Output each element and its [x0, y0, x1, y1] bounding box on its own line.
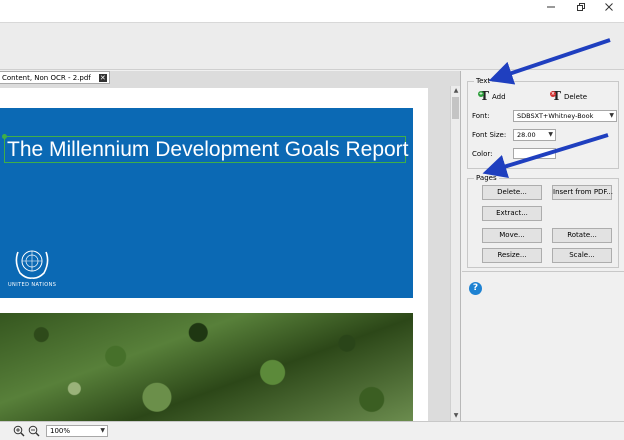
- text-group: Text T + Add T × Delete Font: SDBSXT+Whitn…: [467, 76, 619, 169]
- font-size-value: 28.00: [517, 131, 536, 139]
- zoom-out-icon[interactable]: [28, 425, 40, 437]
- close-icon: [605, 3, 613, 11]
- add-text-icon: T +: [478, 89, 489, 103]
- restore-button[interactable]: [566, 0, 596, 14]
- zoom-select[interactable]: 100% ▼: [46, 425, 108, 437]
- font-size-select[interactable]: 28.00 ▼: [513, 129, 556, 141]
- minimize-button[interactable]: [536, 0, 566, 14]
- color-picker[interactable]: [513, 148, 556, 159]
- document-tab[interactable]: Content, Non OCR - 2.pdf ✕: [0, 71, 110, 84]
- zoom-in-icon[interactable]: [13, 425, 25, 437]
- font-size-label: Font Size:: [472, 131, 507, 139]
- title-bar: [0, 0, 624, 22]
- document-area: Content, Non OCR - 2.pdf ✕ The Millenniu…: [0, 71, 461, 421]
- pdf-page: The Millennium Development Goals Report …: [0, 88, 428, 421]
- color-label: Color:: [472, 150, 493, 158]
- scroll-down-icon[interactable]: ▼: [451, 411, 461, 421]
- toolbar: [0, 22, 624, 70]
- zoom-value: 100%: [50, 427, 71, 435]
- font-label: Font:: [472, 112, 490, 120]
- font-select[interactable]: SDBSXT+Whitney-Book ▼: [513, 110, 617, 122]
- delete-page-button[interactable]: Delete...: [482, 185, 542, 200]
- delete-text-icon: T ×: [550, 89, 561, 103]
- font-select-value: SDBSXT+Whitney-Book: [517, 112, 594, 120]
- insert-from-pdf-button[interactable]: Insert from PDF...: [552, 185, 613, 200]
- delete-text-button[interactable]: T × Delete: [550, 89, 587, 103]
- document-title: The Millennium Development Goals Report: [7, 138, 409, 161]
- restore-icon: [577, 3, 585, 11]
- emblem-caption: UNITED NATIONS: [8, 282, 57, 288]
- panel-divider: [462, 271, 624, 272]
- document-tab-label: Content, Non OCR - 2.pdf: [2, 74, 91, 82]
- pages-group-title: Pages: [474, 173, 499, 183]
- scale-page-button[interactable]: Scale...: [552, 248, 612, 263]
- properties-panel: Text T + Add T × Delete Font: SDBSXT+Whitn…: [462, 71, 624, 421]
- cover-photo: [0, 313, 413, 421]
- scroll-up-icon[interactable]: ▲: [451, 86, 461, 96]
- rotate-page-button[interactable]: Rotate...: [552, 228, 612, 243]
- help-icon[interactable]: ?: [469, 282, 482, 295]
- chevron-down-icon: ▼: [100, 427, 105, 434]
- vertical-scrollbar[interactable]: ▲ ▼: [450, 86, 460, 421]
- add-text-button[interactable]: T + Add: [478, 89, 506, 103]
- add-text-label: Add: [492, 93, 506, 101]
- delete-text-label: Delete: [564, 93, 587, 101]
- un-emblem-icon: [15, 250, 49, 279]
- chevron-down-icon: ▼: [609, 112, 614, 119]
- cover-band: The Millennium Development Goals Report …: [0, 108, 413, 298]
- selected-text-box[interactable]: The Millennium Development Goals Report: [2, 134, 409, 163]
- pages-group: Pages Delete... Insert from PDF... Extra…: [467, 173, 619, 268]
- resize-page-button[interactable]: Resize...: [482, 248, 542, 263]
- scroll-thumb[interactable]: [452, 97, 459, 119]
- tab-close-icon[interactable]: ✕: [98, 74, 107, 82]
- move-page-button[interactable]: Move...: [482, 228, 542, 243]
- text-group-title: Text: [474, 76, 493, 86]
- extract-page-button[interactable]: Extract...: [482, 206, 542, 221]
- chevron-down-icon: ▼: [548, 131, 553, 138]
- minimize-icon: [547, 6, 555, 8]
- close-button[interactable]: [594, 0, 624, 14]
- status-bar: 100% ▼: [0, 421, 624, 440]
